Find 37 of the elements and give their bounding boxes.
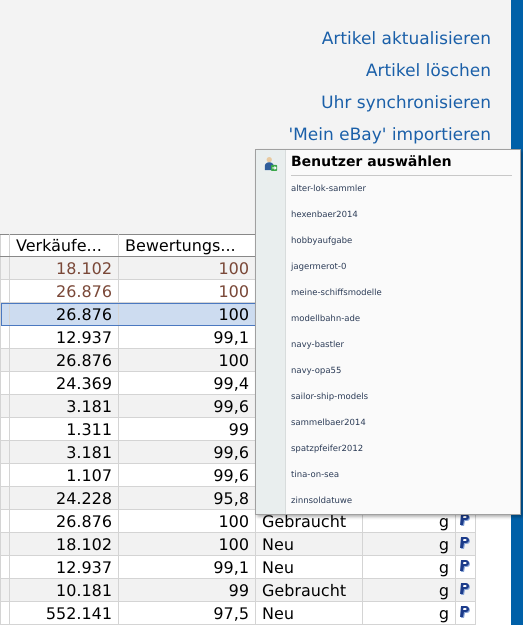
column-header[interactable]: Verkäufe... [10, 234, 118, 256]
table-cell: g [362, 602, 456, 624]
menu-item[interactable]: hexenbaer2014 [291, 202, 512, 228]
action-link[interactable]: 'Mein eBay' importieren [288, 123, 491, 147]
menu-item[interactable]: tina-on-sea [291, 462, 512, 488]
action-link[interactable]: Artikel aktualisieren [322, 27, 491, 51]
table-cell: 10.181 [10, 578, 118, 602]
table-cell: 26.876 [10, 348, 118, 372]
table-cell: 18.102 [10, 532, 118, 556]
menu-item[interactable]: navy-opa55 [291, 358, 512, 384]
table-cell: 3.181 [10, 394, 118, 418]
menu-item[interactable]: sammelbaer2014 [291, 410, 512, 436]
menu-item[interactable]: spatzpfeifer2012 [291, 436, 512, 462]
table-cell: 552.141 [10, 602, 118, 624]
table-cell: 24.228 [10, 486, 118, 510]
menu-item[interactable]: alter-lok-sammler [291, 176, 512, 202]
user-icon [264, 156, 278, 172]
table-cell: 97,5 [118, 602, 256, 624]
table-cell: g [362, 532, 456, 556]
table-cell: Gebraucht [256, 578, 362, 602]
menu-item[interactable]: modellbahn-ade [291, 306, 512, 332]
menu-item[interactable]: meine-schiffsmodelle [291, 280, 512, 306]
action-link[interactable]: Artikel löschen [366, 59, 491, 83]
menu-item[interactable]: navy-bastler [291, 332, 512, 358]
table-cell: 18.102 [10, 256, 118, 280]
table-cell: 3.181 [10, 440, 118, 464]
menu-item[interactable]: sailor-ship-models [291, 384, 512, 410]
column-header[interactable]: Bewertungs... [118, 234, 256, 256]
table-cell: Neu [256, 602, 362, 624]
table-cell: Neu [256, 532, 362, 556]
table-cell: 100 [118, 532, 256, 556]
menu-title: Benutzer auswählen [291, 150, 512, 176]
menu-item[interactable]: hobbyaufgabe [291, 228, 512, 254]
action-link[interactable]: Uhr synchronisieren [321, 91, 491, 115]
menu-item[interactable]: jagermerot-0 [291, 254, 512, 280]
table-cell: g [362, 578, 456, 602]
table-cell: 99 [118, 578, 256, 602]
